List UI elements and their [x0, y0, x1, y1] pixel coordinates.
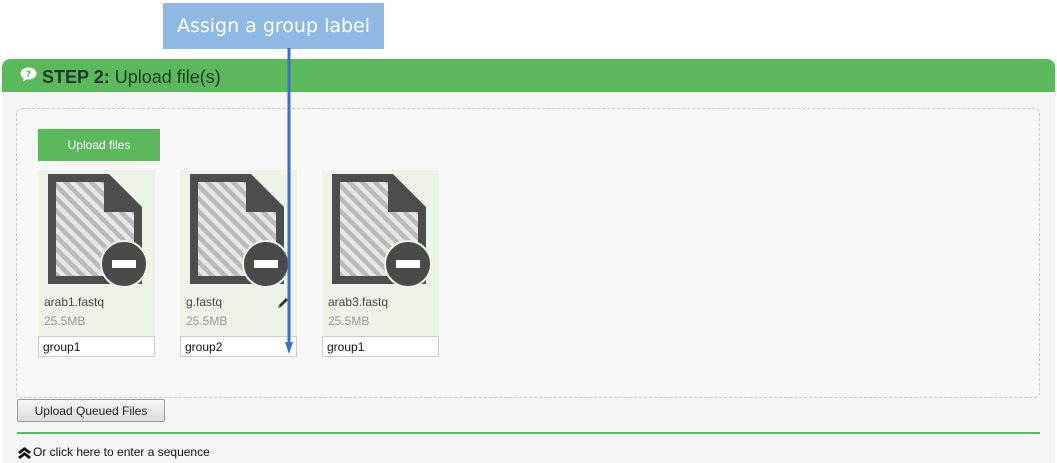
file-size: 25.5MB: [328, 314, 370, 328]
file-card: g.fastq 25.5MB: [180, 170, 297, 338]
file-icon: [48, 174, 146, 288]
chat-icon: ?: [20, 67, 37, 82]
file-size: 25.5MB: [186, 314, 228, 328]
callout-text: Assign a group label: [176, 15, 371, 37]
svg-text:?: ?: [26, 70, 31, 80]
file-icon: [332, 174, 430, 288]
step-title-text: Upload file(s): [114, 67, 221, 87]
upload-queued-files-button[interactable]: Upload Queued Files: [17, 399, 165, 422]
step-title: STEP 2: Upload file(s): [42, 67, 221, 88]
section-divider: [17, 432, 1040, 434]
step-prefix: STEP 2:: [42, 67, 110, 87]
file-card: arab1.fastq 25.5MB: [38, 170, 155, 338]
group-label-input[interactable]: [180, 336, 297, 357]
group-label-input[interactable]: [38, 336, 155, 357]
enter-sequence-link[interactable]: Or click here to enter a sequence: [17, 445, 210, 459]
group-label-input[interactable]: [322, 336, 439, 357]
file-name: arab3.fastq: [328, 295, 389, 309]
step-header: ? STEP 2: Upload file(s): [2, 59, 1055, 92]
enter-sequence-text: Or click here to enter a sequence: [33, 445, 210, 459]
pencil-icon[interactable]: [276, 296, 290, 310]
file-card: arab3.fastq 25.5MB: [322, 170, 439, 338]
file-icon: [190, 174, 288, 288]
file-size: 25.5MB: [44, 314, 86, 328]
double-chevron-up-icon: [18, 446, 31, 459]
file-name: g.fastq: [186, 295, 223, 309]
assign-group-callout: Assign a group label: [163, 3, 384, 49]
file-name: arab1.fastq: [44, 295, 105, 309]
file-dropzone[interactable]: [16, 108, 1040, 398]
upload-files-button[interactable]: Upload files: [38, 129, 160, 161]
